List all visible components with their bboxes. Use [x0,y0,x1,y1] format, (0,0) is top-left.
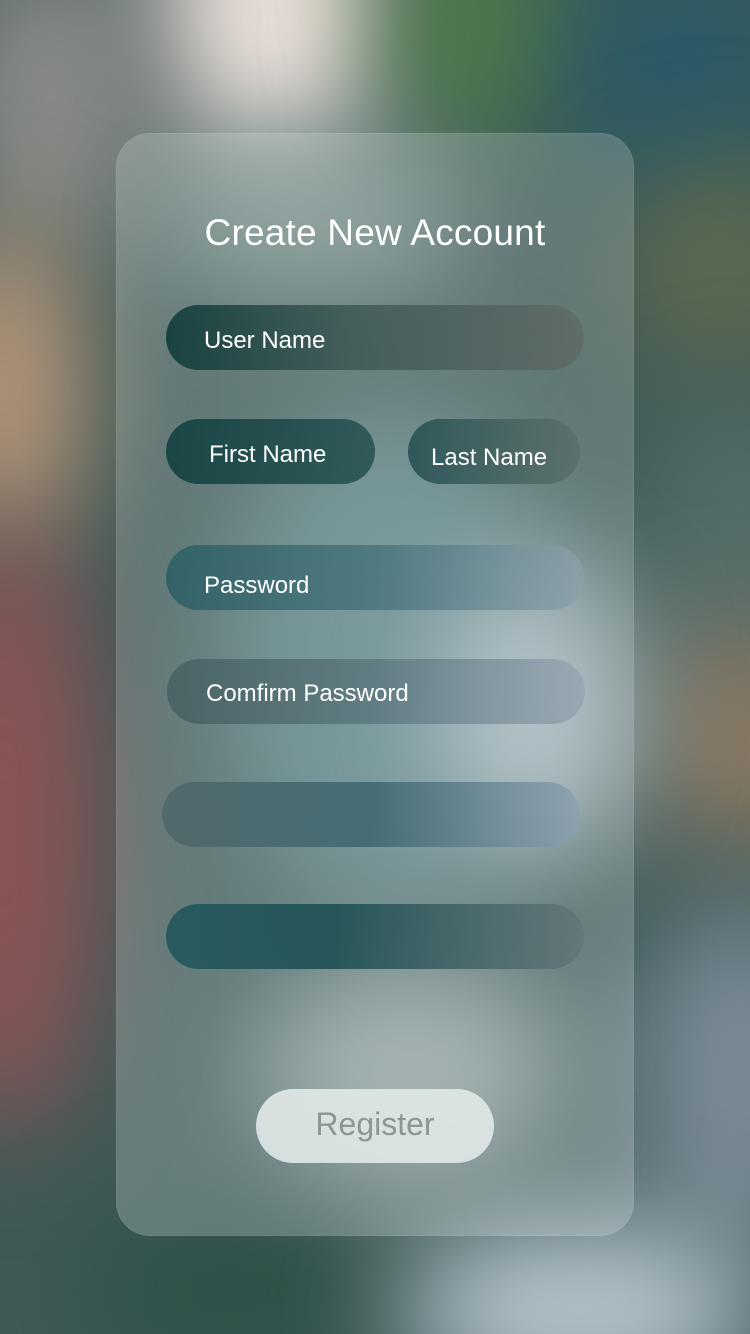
password-field[interactable]: Password [166,545,584,610]
background-blob [380,0,580,140]
background-blob [650,620,750,860]
empty-field[interactable] [162,782,580,847]
password-placeholder: Password [204,572,310,599]
form-title: Create New Account [204,212,546,253]
confirm-password-placeholder: Comfirm Password [206,680,409,707]
lastname-field[interactable]: Last Name [408,419,580,484]
lastname-placeholder: Last Name [431,444,548,471]
background-blob [0,520,100,1140]
background-blob [0,220,90,560]
register-button[interactable]: Register [256,1089,494,1163]
firstname-field[interactable]: First Name [166,419,375,484]
username-placeholder: User Name [204,327,326,354]
username-field[interactable]: User Name [166,305,584,370]
background-blob [620,160,750,380]
background-blob [630,900,750,1260]
firstname-placeholder: First Name [209,441,327,468]
empty-field[interactable] [166,904,584,969]
confirm-password-field[interactable]: Comfirm Password [167,659,585,724]
